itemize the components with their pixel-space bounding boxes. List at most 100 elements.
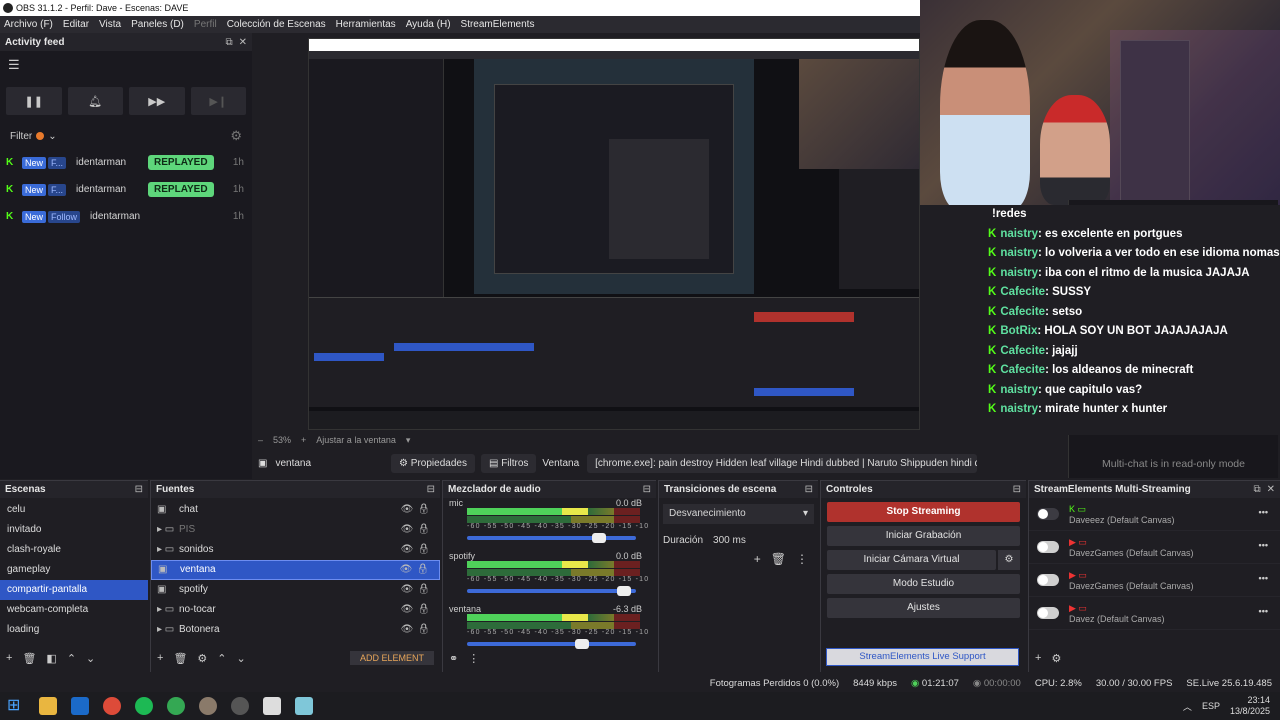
skip-button[interactable]: ▶▶ xyxy=(129,87,185,115)
dock-menu-icon[interactable]: ⊟ xyxy=(805,484,813,495)
zoom-value[interactable]: 53% xyxy=(273,435,291,445)
se-destination-row[interactable]: ▶ ▭ DavezGames (Default Canvas) ••• xyxy=(1029,564,1280,597)
fit-label[interactable]: Ajustar a la ventana xyxy=(316,435,396,445)
properties-button[interactable]: ⚙ Propiedades xyxy=(391,453,475,473)
duration-input[interactable]: 300 ms xyxy=(713,535,746,546)
more-icon[interactable]: ••• xyxy=(1259,573,1268,583)
obs-taskbar-icon[interactable] xyxy=(231,697,249,715)
scene-item[interactable]: invitado xyxy=(0,520,148,540)
more-icon[interactable]: ••• xyxy=(1259,606,1268,616)
clock[interactable]: 23:14 13/8/2025 xyxy=(1230,695,1270,717)
chrome-icon[interactable] xyxy=(103,697,121,715)
skip-end-button[interactable]: ▶❙ xyxy=(190,87,246,115)
se-destination-row[interactable]: K ▭ Daveeez (Default Canvas) ••• xyxy=(1029,498,1280,531)
add-icon[interactable]: + xyxy=(1035,652,1041,664)
se-destination-row[interactable]: ▶ ▭ Davez (Default Canvas) ••• xyxy=(1029,597,1280,630)
window-select[interactable]: [chrome.exe]: pain destroy Hidden leaf v… xyxy=(587,453,978,473)
visibility-lock-icons[interactable]: 👁︎🔒︎ xyxy=(400,560,433,580)
hamburger-icon[interactable]: ☰ xyxy=(0,51,252,79)
chrome-profile-icon[interactable] xyxy=(167,697,185,715)
dock-menu-icon[interactable]: ⊟ xyxy=(427,484,435,495)
visibility-lock-icons[interactable]: 👁︎🔒︎ xyxy=(401,500,434,520)
chevron-down-icon[interactable]: ⌄ xyxy=(48,131,56,142)
studio-mode-button[interactable]: Modo Estudio xyxy=(827,574,1020,594)
source-item[interactable]: ▣ ventana 👁︎🔒︎ xyxy=(151,560,440,580)
more-icon[interactable]: ••• xyxy=(1259,507,1268,517)
menu-item[interactable]: Vista xyxy=(99,19,121,30)
source-item[interactable]: ▸ ▭ PIS 👁︎🔒︎ xyxy=(151,520,440,540)
volume-slider[interactable] xyxy=(467,586,636,596)
source-item[interactable]: ▣ spotify 👁︎🔒︎ xyxy=(151,580,440,600)
visibility-lock-icons[interactable]: 👁︎🔒︎ xyxy=(401,600,434,620)
app-icon[interactable] xyxy=(295,697,313,715)
spotify-icon[interactable] xyxy=(135,697,153,715)
trash-icon[interactable]: 🗑︎ xyxy=(22,652,36,665)
add-icon[interactable]: + xyxy=(754,552,761,566)
transition-select[interactable]: Desvanecimiento ▾ xyxy=(663,504,814,524)
visibility-lock-icons[interactable]: 👁︎🔒︎ xyxy=(401,520,434,540)
destination-toggle[interactable] xyxy=(1037,607,1059,619)
menu-item[interactable]: Paneles (D) xyxy=(131,19,184,30)
trash-icon[interactable]: 🗑︎ xyxy=(173,652,187,665)
virtual-camera-button[interactable]: Iniciar Cámara Virtual xyxy=(827,550,996,570)
feed-item[interactable]: K New F... identarman REPLAYED 1h xyxy=(0,176,252,203)
filter-icon[interactable]: ◧ xyxy=(46,652,56,665)
feed-item[interactable]: K New F... identarman REPLAYED 1h xyxy=(0,149,252,176)
more-icon[interactable]: ••• xyxy=(1259,540,1268,550)
dock-menu-icon[interactable]: ⊟ xyxy=(135,484,143,495)
up-icon[interactable]: ⌃ xyxy=(217,652,226,665)
windows-start-icon[interactable]: ⊞ xyxy=(7,697,25,715)
volume-knob[interactable] xyxy=(617,586,632,596)
more-icon[interactable]: ⋮ xyxy=(796,552,808,566)
menu-item[interactable]: Colección de Escenas xyxy=(227,19,326,30)
filters-button[interactable]: ▤ Filtros xyxy=(480,453,537,473)
visibility-lock-icons[interactable]: 👁︎🔒︎ xyxy=(401,620,434,640)
scene-item[interactable]: compartir-pantalla xyxy=(0,580,148,600)
language[interactable]: ESP xyxy=(1202,701,1220,711)
menu-item[interactable]: StreamElements xyxy=(461,19,535,30)
gear-icon[interactable]: ⚙ xyxy=(197,652,207,665)
feed-item[interactable]: K New Follow identarman 1h xyxy=(0,203,252,230)
destination-toggle[interactable] xyxy=(1037,541,1059,553)
menu-item[interactable]: Archivo (F) xyxy=(4,19,53,30)
volume-knob[interactable] xyxy=(592,533,607,543)
down-icon[interactable]: ⌄ xyxy=(86,652,95,665)
trash-icon[interactable]: 🗑︎ xyxy=(771,552,786,566)
outlook-icon[interactable] xyxy=(71,697,89,715)
visibility-lock-icons[interactable]: 👁︎🔒︎ xyxy=(401,540,434,560)
start-recording-button[interactable]: Iniciar Grabación xyxy=(827,526,1020,546)
gear-icon[interactable]: ⚙ xyxy=(230,128,242,144)
volume-knob[interactable] xyxy=(575,639,590,649)
notion-icon[interactable] xyxy=(263,697,281,715)
mute-alerts-button[interactable]: 🔔︎ xyxy=(67,87,123,115)
volume-slider[interactable] xyxy=(467,639,636,649)
scene-item[interactable]: celu xyxy=(0,500,148,520)
menu-item[interactable]: Editar xyxy=(63,19,89,30)
gear-icon[interactable]: ⚙ xyxy=(998,550,1020,570)
gear-icon[interactable]: ⚙ xyxy=(1051,652,1061,665)
add-element-button[interactable]: ADD ELEMENT xyxy=(349,651,434,665)
chevron-down-icon[interactable]: ▾ xyxy=(406,435,411,446)
visibility-lock-icons[interactable]: 👁︎🔒︎ xyxy=(401,580,434,600)
source-item[interactable]: ▸ ▭ Botonera 👁︎🔒︎ xyxy=(151,620,440,640)
scene-item[interactable]: gameplay xyxy=(0,560,148,580)
add-icon[interactable]: + xyxy=(157,652,163,664)
filter-label[interactable]: Filter xyxy=(10,131,32,142)
link-icon[interactable]: ⚭ xyxy=(449,652,458,665)
menu-item[interactable]: Perfil xyxy=(194,19,217,30)
close-icon[interactable]: ✕ xyxy=(1267,484,1275,495)
file-explorer-icon[interactable] xyxy=(39,697,57,715)
source-item[interactable]: ▣ chat 👁︎🔒︎ xyxy=(151,500,440,520)
pause-button[interactable]: ❚❚ xyxy=(6,87,62,115)
more-icon[interactable]: ⋮ xyxy=(468,652,479,665)
menu-item[interactable]: Herramientas xyxy=(336,19,396,30)
scene-item[interactable]: webcam-completa xyxy=(0,600,148,620)
settings-button[interactable]: Ajustes xyxy=(827,598,1020,618)
float-icon[interactable]: ⧉ xyxy=(1253,484,1260,495)
source-item[interactable]: ▸ ▭ no-tocar 👁︎🔒︎ xyxy=(151,600,440,620)
menu-item[interactable]: Ayuda (H) xyxy=(406,19,451,30)
destination-toggle[interactable] xyxy=(1037,574,1059,586)
scene-item[interactable]: clash-royale xyxy=(0,540,148,560)
float-icon[interactable]: ⧉ xyxy=(225,37,232,48)
volume-slider[interactable] xyxy=(467,533,636,543)
